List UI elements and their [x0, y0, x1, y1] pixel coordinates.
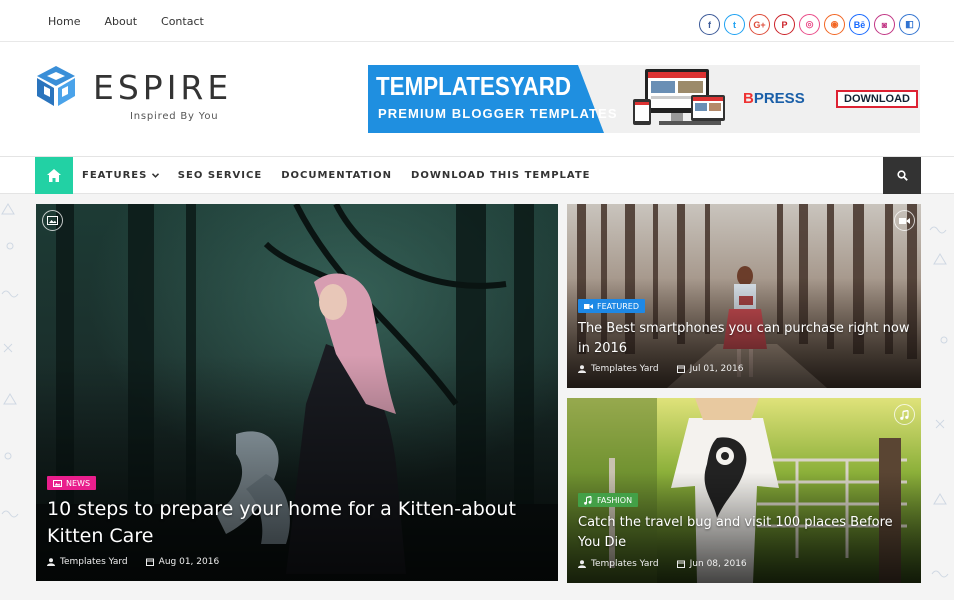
image-icon	[53, 479, 62, 487]
post-author[interactable]: Templates Yard	[60, 557, 128, 567]
top-link-home[interactable]: Home	[48, 15, 80, 28]
search-icon	[896, 170, 908, 181]
top-links: Home About Contact	[48, 0, 204, 42]
category-badge[interactable]: FEATURED	[578, 299, 646, 313]
post-meta: Templates Yard Jun 08, 2016	[578, 559, 747, 569]
calendar-icon	[676, 560, 685, 568]
calendar-icon	[145, 558, 154, 566]
post-format-badge	[894, 210, 915, 231]
main-nav: FEATURES SEO SERVICE DOCUMENTATION DOWNL…	[0, 156, 954, 194]
banner-download-button[interactable]: DOWNLOAD	[836, 90, 918, 108]
top-link-about[interactable]: About	[104, 15, 137, 28]
rss-icon[interactable]: ◉	[824, 14, 845, 35]
delicious-icon[interactable]: ◧	[899, 14, 920, 35]
post-author[interactable]: Templates Yard	[591, 364, 659, 374]
nav-item-features-label: FEATURES	[82, 170, 148, 181]
calendar-icon	[676, 365, 685, 373]
cube-logo-icon	[37, 66, 75, 106]
home-icon	[47, 169, 61, 182]
user-icon	[47, 558, 55, 566]
image-icon	[47, 216, 58, 225]
search-button[interactable]	[883, 157, 921, 194]
post-title[interactable]: The Best smartphones you can purchase ri…	[578, 319, 918, 359]
category-badge[interactable]: NEWS	[47, 476, 97, 490]
category-label: FASHION	[597, 495, 633, 505]
chevron-down-icon	[151, 173, 159, 178]
user-icon	[578, 365, 586, 373]
post-date: Jun 08, 2016	[689, 559, 747, 569]
pinterest-icon[interactable]: P	[774, 14, 795, 35]
music-icon	[900, 409, 909, 420]
post-card-large[interactable]: NEWS 10 steps to prepare your home for a…	[36, 204, 558, 581]
post-format-badge	[42, 210, 63, 231]
video-icon	[584, 303, 593, 309]
bpress-letter: B	[743, 90, 754, 107]
site-title[interactable]: ESPIRE	[93, 68, 232, 107]
post-meta: Templates Yard Aug 01, 2016	[47, 557, 219, 567]
nav-item-documentation[interactable]: DOCUMENTATION	[281, 170, 392, 181]
post-card-fashion[interactable]: FASHION Catch the travel bug and visit 1…	[567, 398, 921, 583]
nav-item-seo-service[interactable]: SEO SERVICE	[178, 170, 262, 181]
bpress-logo: BPRESS	[743, 90, 805, 107]
nav-item-features[interactable]: FEATURES	[82, 170, 159, 181]
devices-illustration-icon	[633, 69, 725, 125]
behance-icon[interactable]: Bē	[849, 14, 870, 35]
twitter-icon[interactable]: t	[724, 14, 745, 35]
instagram-icon[interactable]: ◙	[874, 14, 895, 35]
category-label: FEATURED	[597, 301, 640, 311]
header-ad-banner[interactable]: TEMPLATESYARD PREMIUM BLOGGER TEMPLATES …	[368, 65, 920, 133]
banner-title: TEMPLATESYARD	[376, 71, 572, 101]
site-header: ESPIRE Inspired By You TEMPLATESYARD PRE…	[0, 42, 954, 156]
top-bar: Home About Contact f t G+ P ◎ ◉ Bē ◙ ◧	[0, 0, 954, 42]
post-title[interactable]: 10 steps to prepare your home for a Kitt…	[47, 496, 552, 550]
post-format-badge	[894, 404, 915, 425]
category-label: NEWS	[66, 478, 91, 488]
post-card-featured[interactable]: FEATURED The Best smartphones you can pu…	[567, 204, 921, 388]
google-plus-icon[interactable]: G+	[749, 14, 770, 35]
user-icon	[578, 560, 586, 568]
top-link-contact[interactable]: Contact	[161, 15, 204, 28]
social-links: f t G+ P ◎ ◉ Bē ◙ ◧	[699, 14, 920, 35]
video-icon	[899, 217, 910, 224]
post-meta: Templates Yard Jul 01, 2016	[578, 364, 743, 374]
post-date: Aug 01, 2016	[158, 557, 220, 567]
category-badge[interactable]: FASHION	[578, 493, 639, 507]
post-date: Jul 01, 2016	[689, 364, 744, 374]
site-tagline: Inspired By You	[130, 111, 219, 122]
post-title[interactable]: Catch the travel bug and visit 100 place…	[578, 513, 918, 553]
nav-item-download-template[interactable]: DOWNLOAD THIS TEMPLATE	[411, 170, 591, 181]
dribbble-icon[interactable]: ◎	[799, 14, 820, 35]
bpress-word: PRESS	[753, 90, 805, 107]
post-author[interactable]: Templates Yard	[591, 559, 659, 569]
banner-subtitle: PREMIUM BLOGGER TEMPLATES	[378, 106, 618, 121]
facebook-icon[interactable]: f	[699, 14, 720, 35]
site-logo[interactable]: ESPIRE Inspired By You	[35, 64, 228, 122]
music-icon	[584, 495, 592, 505]
nav-home-button[interactable]	[35, 157, 73, 194]
nav-menu: FEATURES SEO SERVICE DOCUMENTATION DOWNL…	[82, 157, 591, 194]
